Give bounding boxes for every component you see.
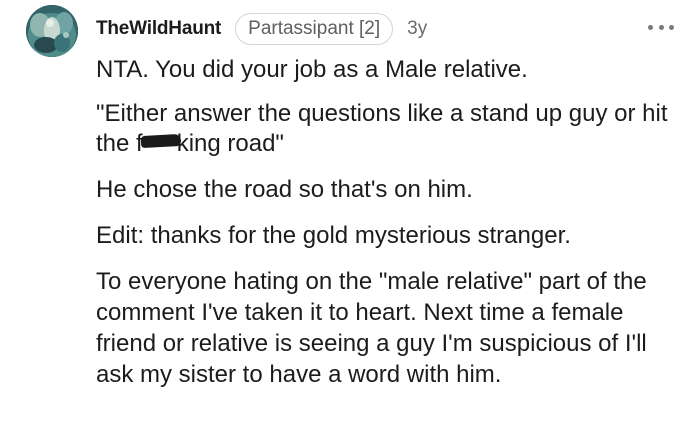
more-dot xyxy=(648,24,653,30)
username-link[interactable]: TheWildHaunt xyxy=(96,18,221,40)
user-flair-badge: Partassipant [2] xyxy=(235,13,394,45)
more-dot xyxy=(658,24,664,30)
more-dot xyxy=(669,24,674,30)
comment-body: NTA. You did your job as a Male relative… xyxy=(96,55,676,390)
user-avatar[interactable] xyxy=(26,5,78,57)
censor-scribble xyxy=(140,133,181,149)
more-options-icon[interactable] xyxy=(648,22,674,32)
comment-header: TheWildHaunt Partassipant [2] 3y xyxy=(96,12,427,46)
comment: TheWildHaunt Partassipant [2] 3y NTA. Yo… xyxy=(0,0,700,442)
comment-paragraph: He chose the road so that's on him. xyxy=(96,176,473,203)
comment-paragraph: Edit: thanks for the gold mysterious str… xyxy=(96,222,571,249)
avatar-image xyxy=(26,5,78,57)
comment-paragraph: NTA. You did your job as a Male relative… xyxy=(96,56,528,83)
quote-text-end: king road" xyxy=(176,130,284,157)
comment-paragraph: "Either answer the questions like a stan… xyxy=(96,99,676,159)
comment-paragraph: To everyone hating on the "male relative… xyxy=(96,268,647,388)
comment-age: 3y xyxy=(407,18,428,39)
